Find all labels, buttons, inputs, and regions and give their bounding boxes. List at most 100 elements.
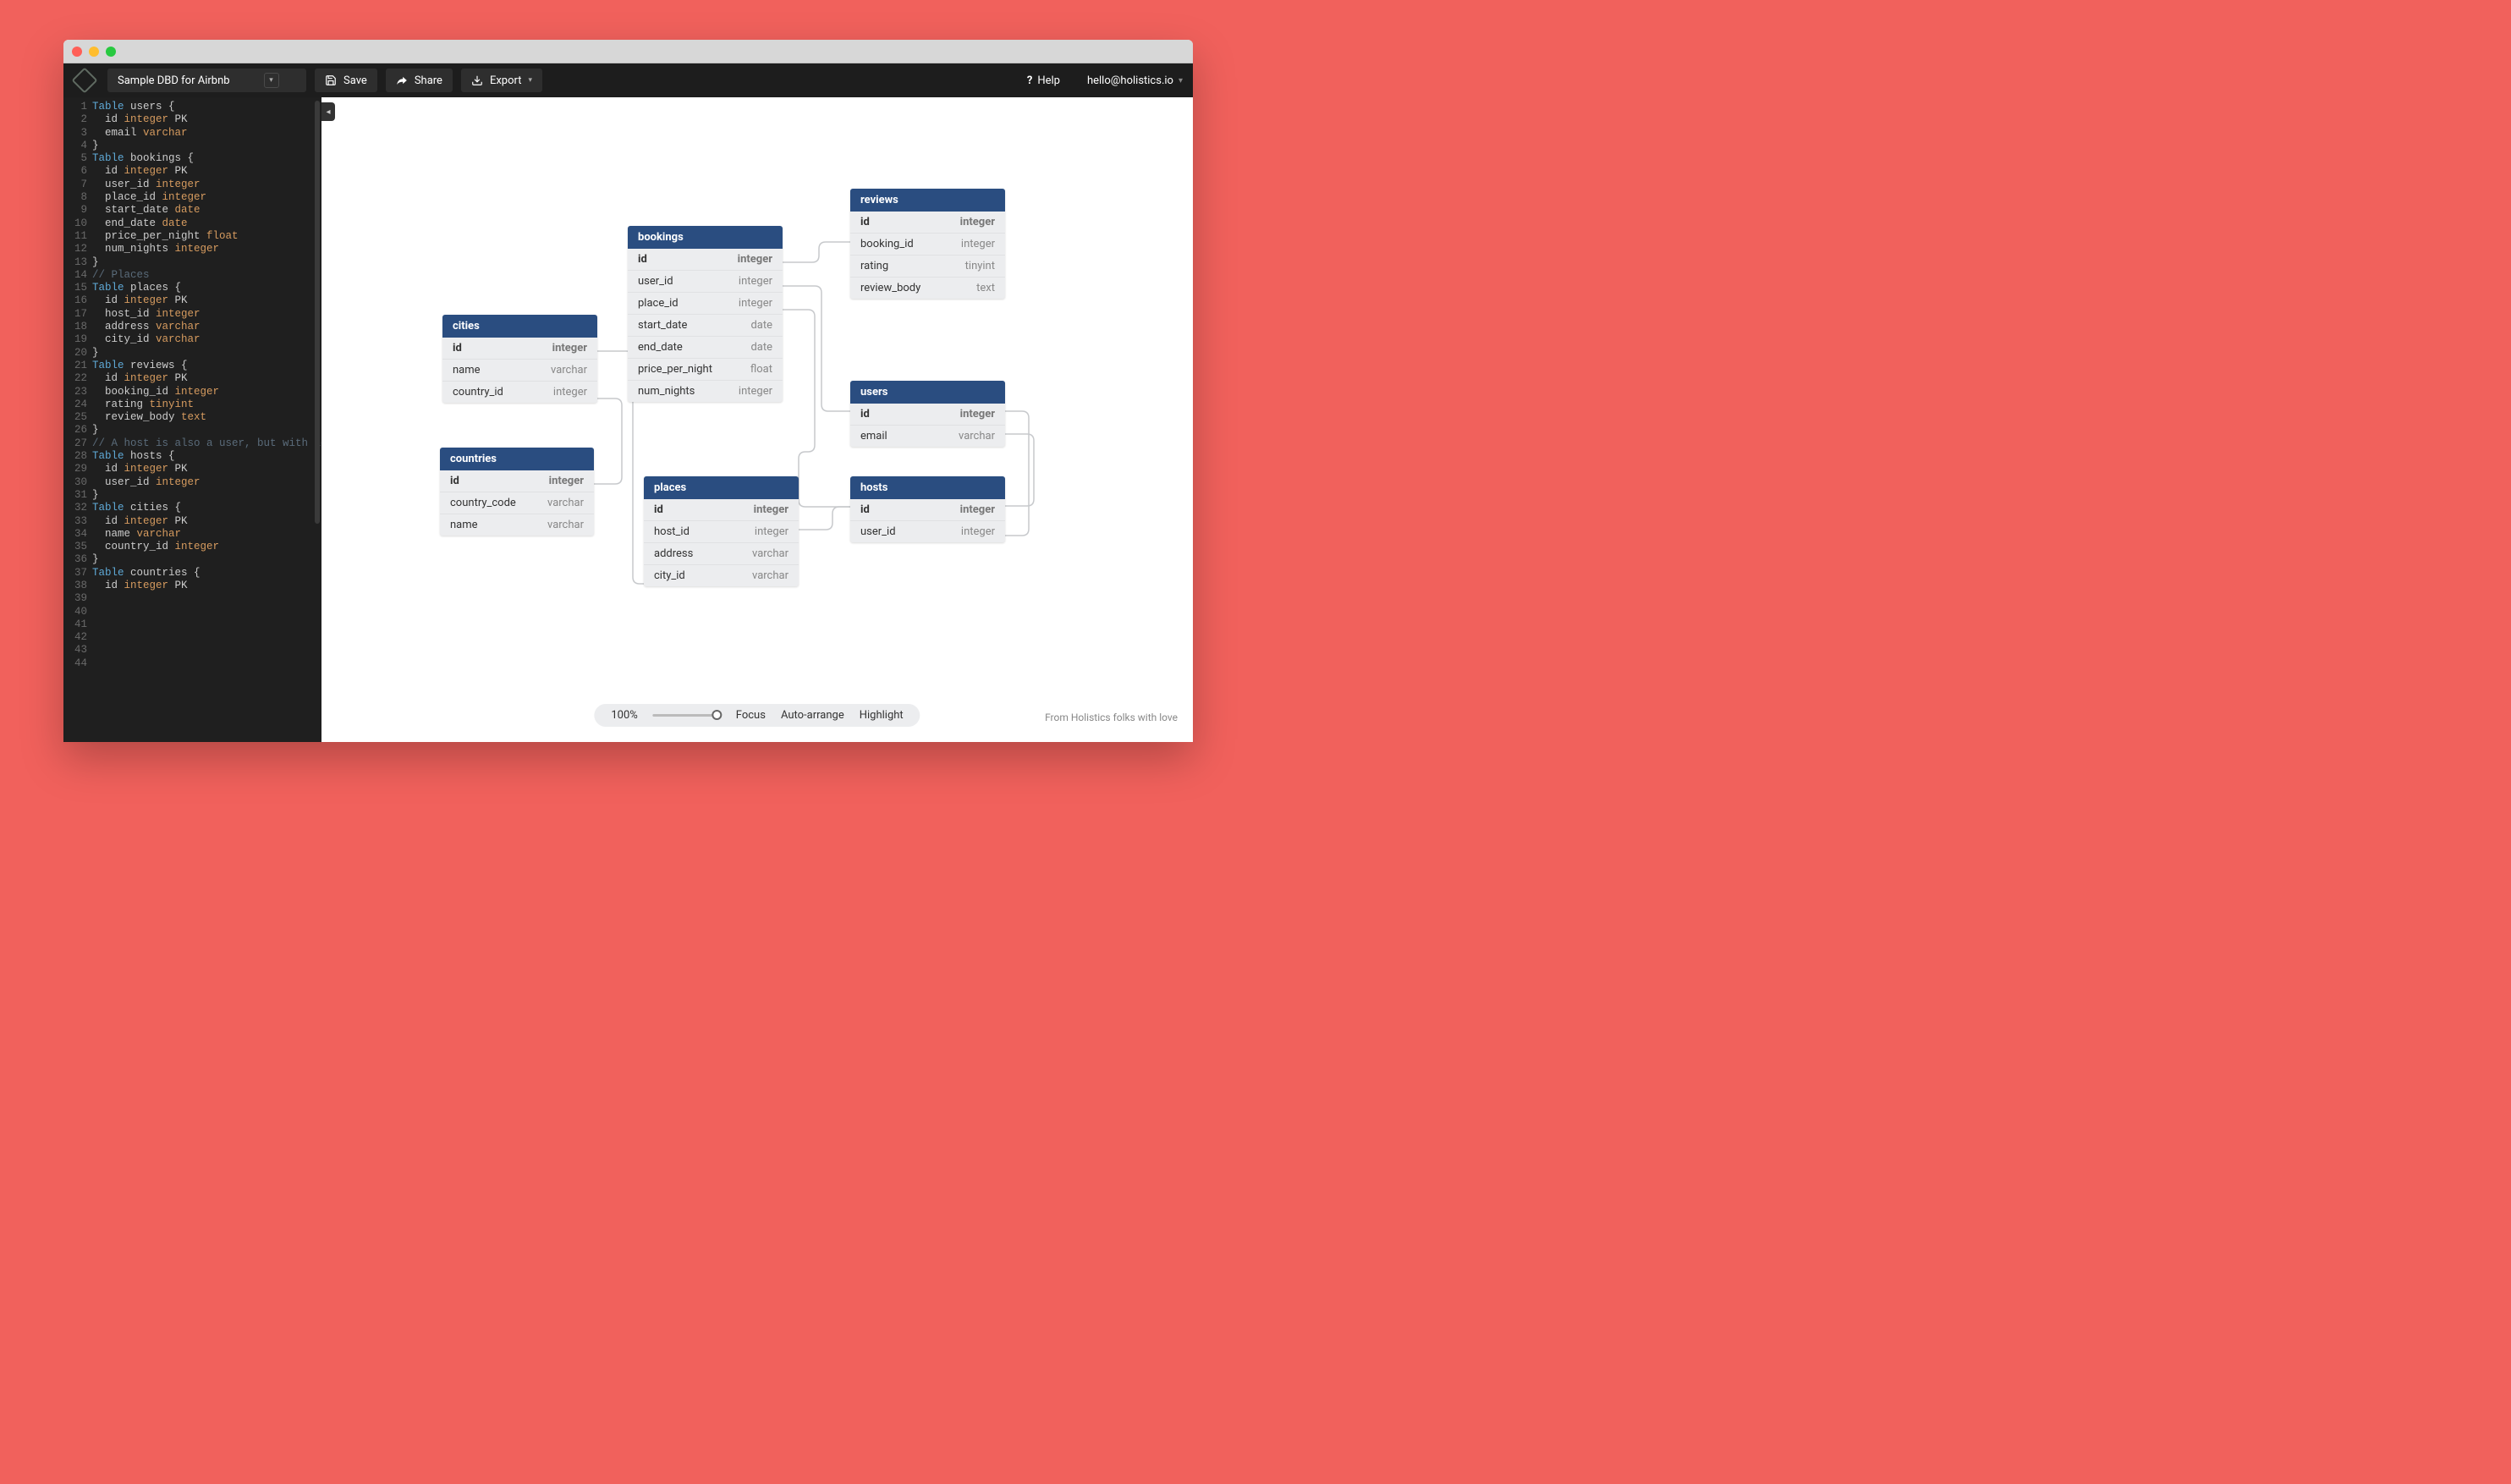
column-row[interactable]: namevarchar — [440, 514, 594, 536]
column-type: integer — [739, 297, 772, 310]
column-type: integer — [960, 503, 995, 516]
save-label: Save — [343, 74, 367, 87]
column-type: text — [976, 282, 995, 294]
app-logo-icon — [71, 67, 97, 93]
column-name: id — [453, 342, 462, 355]
help-label: Help — [1037, 74, 1060, 87]
column-row[interactable]: id integer — [850, 499, 1005, 521]
table-places[interactable]: places id integer host_idintegeraddressvarc… — [644, 476, 799, 586]
column-row[interactable]: price_per_night float — [628, 359, 783, 381]
zoom-slider[interactable] — [653, 714, 721, 717]
highlight-button[interactable]: Highlight — [860, 709, 904, 722]
download-icon — [471, 74, 483, 86]
zoom-level: 100% — [611, 709, 637, 722]
footer-credit: From Holistics folks with love — [1045, 712, 1178, 723]
column-row[interactable]: idinteger — [628, 249, 783, 271]
minimize-window-icon[interactable] — [89, 47, 99, 57]
table-users[interactable]: users id integer email varchar — [850, 381, 1005, 447]
user-menu[interactable]: hello@holistics.io ▾ — [1087, 74, 1183, 87]
diagram-canvas[interactable]: cities id integer name varchar country_idinte… — [321, 97, 1193, 742]
table-header[interactable]: places — [644, 476, 799, 499]
toolbar: Sample DBD for Airbnb ▾ Save Share Expor… — [63, 63, 1193, 97]
app-body: 1234567891011121314151617181920212223242… — [63, 97, 1193, 742]
table-header[interactable]: cities — [442, 315, 597, 338]
column-type: integer — [754, 503, 788, 516]
column-row[interactable]: booking_idinteger — [850, 234, 1005, 256]
table-header[interactable]: reviews — [850, 189, 1005, 212]
chevron-down-icon: ▾ — [264, 73, 279, 88]
editor-scrollbar[interactable] — [315, 101, 320, 524]
line-gutter: 1234567891011121314151617181920212223242… — [63, 101, 92, 670]
share-icon — [396, 74, 408, 86]
code-content[interactable]: Table users { id integer PK email varcha… — [92, 101, 321, 670]
column-row[interactable]: rating tinyint — [850, 256, 1005, 278]
column-row[interactable]: country_idinteger — [442, 382, 597, 403]
table-header[interactable]: hosts — [850, 476, 1005, 499]
column-name: country_code — [450, 497, 516, 509]
table-reviews[interactable]: reviewsidintegerbooking_idintegerratingt… — [850, 189, 1005, 299]
column-row[interactable]: email varchar — [850, 426, 1005, 447]
collapse-editor-button[interactable]: ◂ — [321, 102, 335, 121]
chevron-down-icon: ▾ — [528, 76, 532, 85]
column-type: integer — [960, 408, 995, 420]
column-type: tinyint — [965, 260, 995, 272]
column-row[interactable]: id integer — [850, 212, 1005, 234]
column-name: id — [450, 475, 459, 487]
table-header[interactable]: users — [850, 381, 1005, 404]
column-type: integer — [961, 238, 995, 250]
column-type: varchar — [959, 430, 995, 442]
column-row[interactable]: city_idvarchar — [644, 565, 799, 586]
zoom-slider-thumb[interactable] — [712, 710, 723, 720]
column-row[interactable]: host_idinteger — [644, 521, 799, 543]
column-row[interactable]: start_datedate — [628, 315, 783, 337]
table-countries[interactable]: countriesidintegercountry_codevarcharnam… — [440, 448, 594, 536]
table-bookings[interactable]: bookingsidintegeruser_idintegerplace_idi… — [628, 226, 783, 402]
close-window-icon[interactable] — [72, 47, 82, 57]
column-name: price_per_night — [638, 363, 712, 376]
project-name: Sample DBD for Airbnb — [118, 74, 230, 87]
column-row[interactable]: addressvarchar — [644, 543, 799, 565]
column-name: id — [860, 503, 870, 516]
auto-arrange-button[interactable]: Auto-arrange — [781, 709, 844, 722]
column-row[interactable]: review_bodytext — [850, 278, 1005, 299]
column-row[interactable]: user_idinteger — [850, 521, 1005, 542]
focus-button[interactable]: Focus — [736, 709, 766, 722]
column-row[interactable]: end_datedate — [628, 337, 783, 359]
column-row[interactable]: user_idinteger — [628, 271, 783, 293]
table-header[interactable]: bookings — [628, 226, 783, 249]
column-name: email — [860, 430, 887, 442]
column-name: id — [860, 408, 870, 420]
canvas-controls: 100% Focus Auto-arrange Highlight — [594, 704, 920, 727]
column-type: integer — [552, 342, 587, 355]
column-row[interactable]: place_idinteger — [628, 293, 783, 315]
column-name: id — [654, 503, 663, 516]
column-row[interactable]: id integer — [442, 338, 597, 360]
project-selector[interactable]: Sample DBD for Airbnb ▾ — [107, 69, 306, 92]
column-name: num_nights — [638, 385, 695, 398]
column-type: float — [750, 363, 772, 376]
share-button[interactable]: Share — [386, 69, 453, 92]
column-type: varchar — [752, 547, 788, 560]
column-type: integer — [960, 216, 995, 228]
user-email: hello@holistics.io — [1087, 74, 1173, 87]
column-name: name — [453, 364, 481, 376]
table-hosts[interactable]: hosts id integer user_idinteger — [850, 476, 1005, 542]
column-row[interactable]: idinteger — [440, 470, 594, 492]
help-button[interactable]: ? Help — [1027, 74, 1060, 87]
column-type: integer — [553, 386, 587, 398]
column-row[interactable]: name varchar — [442, 360, 597, 382]
export-button[interactable]: Export ▾ — [461, 69, 542, 92]
save-button[interactable]: Save — [315, 69, 377, 92]
column-row[interactable]: country_codevarchar — [440, 492, 594, 514]
column-row[interactable]: id integer — [850, 404, 1005, 426]
column-name: rating — [860, 260, 888, 272]
column-name: id — [860, 216, 870, 228]
code-editor[interactable]: 1234567891011121314151617181920212223242… — [63, 97, 321, 742]
table-cities[interactable]: cities id integer name varchar country_idinte… — [442, 315, 597, 403]
column-row[interactable]: id integer — [644, 499, 799, 521]
column-type: varchar — [551, 364, 587, 376]
column-row[interactable]: num_nightsinteger — [628, 381, 783, 402]
column-name: start_date — [638, 319, 687, 332]
maximize-window-icon[interactable] — [106, 47, 116, 57]
table-header[interactable]: countries — [440, 448, 594, 470]
